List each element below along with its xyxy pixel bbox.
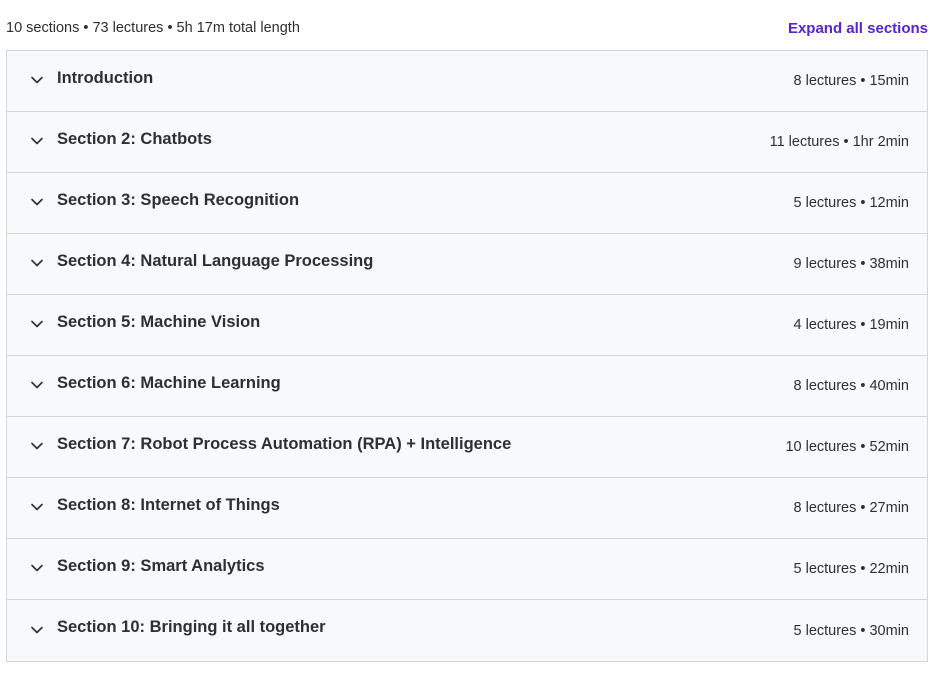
section-title: Section 10: Bringing it all together — [57, 618, 326, 636]
section-row[interactable]: Section 8: Internet of Things 8 lectures… — [7, 478, 927, 539]
section-row[interactable]: Section 9: Smart Analytics 5 lectures • … — [7, 539, 927, 600]
chevron-down-icon — [29, 133, 45, 149]
chevron-down-icon — [29, 377, 45, 393]
section-row[interactable]: Section 4: Natural Language Processing 9… — [7, 234, 927, 295]
section-meta: 10 lectures • 52min — [785, 439, 909, 455]
section-meta: 5 lectures • 22min — [793, 561, 910, 577]
section-row[interactable]: Section 7: Robot Process Automation (RPA… — [7, 417, 927, 478]
section-title: Section 4: Natural Language Processing — [57, 251, 374, 270]
section-title: Section 3: Speech Recognition — [57, 190, 300, 209]
section-row[interactable]: Section 3: Speech Recognition 5 lectures… — [7, 173, 927, 234]
section-meta: 8 lectures • 27min — [793, 500, 910, 516]
section-title: Section 8: Internet of Things — [57, 495, 280, 514]
chevron-down-icon — [29, 622, 45, 638]
chevron-down-icon — [29, 316, 45, 332]
section-meta: 8 lectures • 40min — [793, 378, 910, 394]
section-row[interactable]: Section 6: Machine Learning 8 lectures •… — [7, 356, 927, 417]
section-title: Introduction — [57, 68, 154, 87]
chevron-down-icon — [29, 438, 45, 454]
section-meta: 8 lectures • 15min — [793, 73, 910, 89]
curriculum-header: 10 sections • 73 lectures • 5h 17m total… — [6, 14, 928, 42]
chevron-down-icon — [29, 255, 45, 271]
section-row[interactable]: Section 5: Machine Vision 4 lectures • 1… — [7, 295, 927, 356]
section-row[interactable]: Section 10: Bringing it all together 5 l… — [7, 600, 927, 661]
chevron-down-icon — [29, 194, 45, 210]
section-title: Section 5: Machine Vision — [57, 312, 261, 331]
curriculum-summary: 10 sections • 73 lectures • 5h 17m total… — [6, 20, 300, 36]
section-meta: 11 lectures • 1hr 2min — [769, 134, 909, 150]
curriculum-accordion: Introduction 8 lectures • 15min Section … — [6, 50, 928, 662]
section-meta: 5 lectures • 30min — [793, 622, 910, 639]
chevron-down-icon — [29, 499, 45, 515]
chevron-down-icon — [29, 560, 45, 576]
section-meta: 9 lectures • 38min — [793, 256, 910, 272]
section-title: Section 7: Robot Process Automation (RPA… — [57, 434, 512, 453]
section-title: Section 2: Chatbots — [57, 129, 212, 148]
section-row[interactable]: Introduction 8 lectures • 15min — [7, 51, 927, 112]
chevron-down-icon — [29, 72, 45, 88]
section-title: Section 6: Machine Learning — [57, 373, 281, 392]
section-title: Section 9: Smart Analytics — [57, 556, 265, 575]
section-row[interactable]: Section 2: Chatbots 11 lectures • 1hr 2m… — [7, 112, 927, 173]
section-meta: 5 lectures • 12min — [793, 195, 910, 211]
expand-all-sections-button[interactable]: Expand all sections — [788, 20, 928, 37]
section-meta: 4 lectures • 19min — [793, 317, 910, 333]
